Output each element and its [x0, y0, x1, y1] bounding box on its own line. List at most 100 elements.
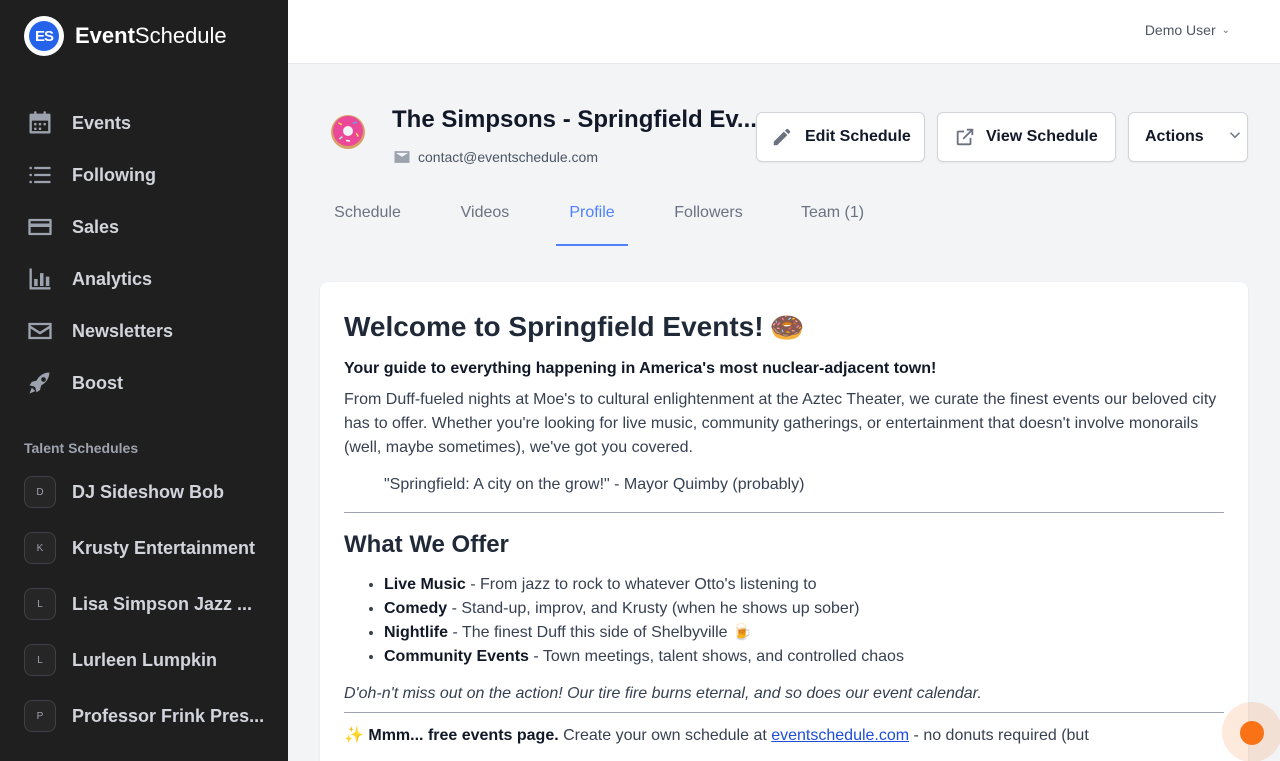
talent-name: Krusty Entertainment	[72, 537, 256, 558]
talent-initial-badge: L	[24, 644, 56, 676]
sidebar-item-boost[interactable]: Boost	[0, 357, 288, 409]
brand-logo-text: ES	[29, 21, 59, 51]
chevron-down-icon: ⌄	[1221, 24, 1230, 36]
offer-title: Community Events	[384, 648, 529, 665]
list-item: Community Events - Town meetings, talent…	[384, 645, 1224, 669]
profile-tagline: D'oh-n't miss out on the action! Our tir…	[344, 685, 982, 702]
user-name: Demo User	[1144, 22, 1216, 38]
sidebar-item-label: Following	[72, 164, 156, 185]
talent-initial-badge: K	[24, 532, 56, 564]
sidebar-item-label: Events	[72, 112, 132, 133]
talent-item-lurleen-lumpkin[interactable]: L Lurleen Lumpkin	[24, 632, 288, 688]
talent-name: Lurleen Lumpkin	[72, 649, 218, 670]
chevron-down-icon	[1226, 126, 1244, 149]
talent-schedules-title: Talent Schedules	[24, 440, 139, 456]
sidebar-item-events[interactable]: Events	[0, 97, 288, 149]
talent-item-dj-sideshow-bob[interactable]: D DJ Sideshow Bob	[24, 464, 288, 520]
actions-dropdown-button[interactable]: Actions	[1128, 112, 1248, 162]
topbar: Demo User ⌄	[288, 0, 1280, 64]
envelope-icon	[394, 151, 410, 163]
sidebar-item-newsletters[interactable]: Newsletters	[0, 305, 288, 357]
footer-text: Create your own schedule at	[558, 727, 772, 744]
offer-text: - Town meetings, talent shows, and contr…	[528, 648, 904, 665]
page-title: The Simpsons - Springfield Ev...	[392, 106, 757, 133]
talent-name: DJ Sideshow Bob	[72, 481, 225, 502]
brand[interactable]: ES EventSchedule	[24, 16, 227, 56]
offer-list: Live Music - From jazz to rock to whatev…	[384, 573, 1224, 669]
contact-email: contact@eventschedule.com	[392, 147, 598, 167]
schedule-avatar	[320, 104, 376, 160]
user-menu-button[interactable]: Demo User ⌄	[1145, 22, 1230, 38]
sidebar-item-label: Sales	[72, 216, 120, 237]
calendar-icon	[29, 111, 51, 134]
sparkle-icon: ✨	[344, 727, 364, 744]
offer-text: - From jazz to rock to whatever Otto's l…	[465, 576, 817, 593]
profile-content: Welcome to Springfield Events! 🍩 Your gu…	[344, 310, 1224, 745]
view-schedule-label: View Schedule	[986, 128, 1098, 145]
tab-profile[interactable]: Profile	[556, 190, 628, 246]
sidebar-item-following[interactable]: Following	[0, 149, 288, 201]
envelope-icon	[28, 322, 52, 340]
view-schedule-button[interactable]: View Schedule	[937, 112, 1116, 162]
talent-initial-badge: L	[24, 588, 56, 620]
donut-emoji-icon: 🍩	[769, 311, 805, 343]
rocket-icon	[29, 372, 50, 394]
edit-schedule-button[interactable]: Edit Schedule	[756, 112, 925, 162]
offer-title: Comedy	[384, 600, 448, 617]
profile-heading-text: Welcome to Springfield Events!	[344, 311, 764, 342]
pencil-icon	[773, 128, 791, 146]
list-item: Comedy - Stand-up, improv, and Krusty (w…	[384, 597, 1224, 621]
talent-initial-badge: D	[24, 476, 56, 508]
profile-quote: "Springfield: A city on the grow!" - May…	[384, 476, 805, 493]
brand-name: EventSchedule	[75, 23, 227, 49]
brand-name-bold: Event	[75, 23, 135, 48]
profile-card: Welcome to Springfield Events! 🍩 Your gu…	[320, 282, 1248, 761]
offer-heading: What We Offer	[344, 531, 509, 558]
profile-footer: ✨ Mmm... free events page. Create your o…	[344, 725, 1224, 745]
tab-schedule[interactable]: Schedule	[320, 190, 415, 246]
tab-team[interactable]: Team (1)	[788, 190, 877, 246]
external-link-icon	[956, 128, 974, 146]
edit-schedule-label: Edit Schedule	[805, 128, 911, 145]
offer-text: - Stand-up, improv, and Krusty (when he …	[447, 600, 860, 617]
talent-list: D DJ Sideshow Bob K Krusty Entertainment…	[24, 464, 288, 744]
actions-label: Actions	[1145, 128, 1204, 145]
list-item: Nightlife - The finest Duff this side of…	[384, 621, 1224, 645]
bar-chart-icon	[29, 268, 51, 290]
offer-text: - The finest Duff this side of Shelbyvil…	[448, 624, 752, 641]
profile-heading: Welcome to Springfield Events! 🍩	[344, 310, 1224, 344]
schedule-tabs: Schedule Videos Profile Followers Team (…	[320, 190, 1248, 246]
sidebar-item-analytics[interactable]: Analytics	[0, 253, 288, 305]
credit-card-icon	[28, 218, 52, 236]
list-item: Live Music - From jazz to rock to whatev…	[384, 573, 1224, 597]
sidebar: ES EventSchedule Events Following Sales …	[0, 0, 288, 761]
tab-followers[interactable]: Followers	[656, 190, 761, 246]
list-icon	[29, 166, 51, 184]
offer-title: Nightlife	[384, 624, 448, 641]
donut-icon	[331, 115, 365, 149]
divider	[344, 712, 1224, 713]
sidebar-item-label: Analytics	[72, 268, 153, 289]
footer-bold: Mmm... free events page.	[368, 727, 559, 744]
profile-description: From Duff-fueled nights at Moe's to cult…	[344, 391, 1217, 456]
talent-name: Professor Frink Pres...	[72, 705, 265, 726]
talent-item-lisa-simpson-jazz[interactable]: L Lisa Simpson Jazz ...	[24, 576, 288, 632]
talent-item-krusty-entertainment[interactable]: K Krusty Entertainment	[24, 520, 288, 576]
tab-videos[interactable]: Videos	[443, 190, 527, 246]
footer-tail: - no donuts required (but	[909, 727, 1089, 744]
floating-action-button[interactable]	[1240, 721, 1264, 745]
sidebar-item-label: Boost	[72, 372, 123, 393]
divider	[344, 512, 1224, 513]
talent-initial-badge: P	[24, 700, 56, 732]
talent-name: Lisa Simpson Jazz ...	[72, 593, 253, 614]
eventschedule-link[interactable]: eventschedule.com	[771, 727, 909, 744]
brand-name-rest: Schedule	[134, 23, 227, 48]
talent-item-professor-frink[interactable]: P Professor Frink Pres...	[24, 688, 288, 744]
brand-logo: ES	[24, 16, 64, 56]
profile-lead: Your guide to everything happening in Am…	[344, 360, 937, 377]
sidebar-item-label: Newsletters	[72, 320, 174, 341]
sidebar-item-sales[interactable]: Sales	[0, 201, 288, 253]
offer-title: Live Music	[384, 576, 466, 593]
sidebar-nav: Events Following Sales Analytics Newslet…	[0, 97, 288, 409]
contact-email-text: contact@eventschedule.com	[418, 149, 598, 165]
